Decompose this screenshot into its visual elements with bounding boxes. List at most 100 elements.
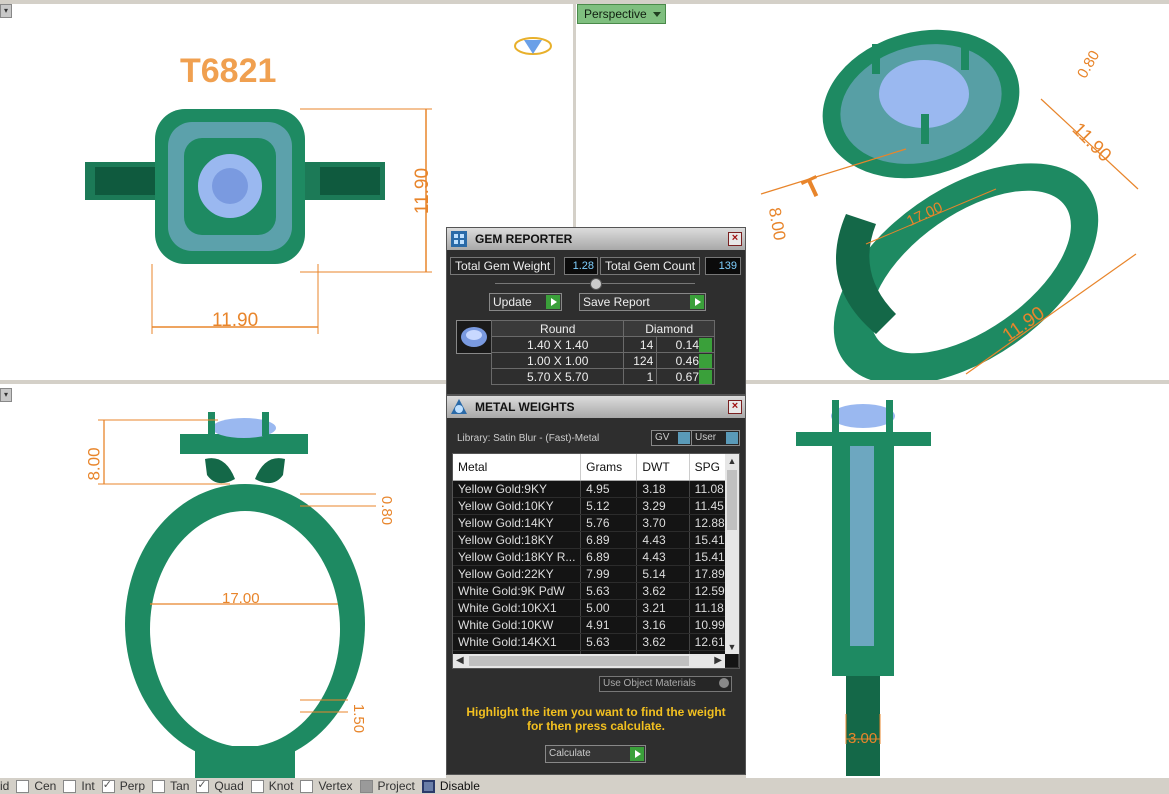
snap-int[interactable]: Int [63,779,95,793]
snap-disable[interactable]: Disable [421,779,480,793]
snap-label: Project [377,779,415,793]
table-row[interactable]: White Gold:9K PdW 5.63 3.62 12.59 [453,583,739,600]
use-object-materials-toggle[interactable]: Use Object Materials [599,676,732,692]
table-row[interactable]: White Gold:10KW 4.91 3.16 10.99 [453,617,739,634]
update-button[interactable]: Update [489,293,562,311]
snap-cen[interactable]: Cen [16,779,56,793]
metal-grams: 5.63 [581,583,638,599]
snap-knot[interactable]: Knot [250,779,293,793]
metal-weights-titlebar[interactable]: METAL WEIGHTS × [447,396,745,418]
scroll-thumb[interactable] [727,470,737,530]
close-icon[interactable]: × [728,400,742,414]
metal-dwt: 3.21 [637,600,690,616]
col-dwt[interactable]: DWT [637,454,690,480]
snap-label: Perp [119,779,146,793]
gem-thumbnail[interactable] [456,320,492,354]
dim-d-label: 1.50 [350,703,368,734]
table-row[interactable]: Yellow Gold:14KY 5.76 3.70 12.88 [453,515,739,532]
metal-dwt: 3.62 [637,583,690,599]
gem-shape-header: Round [490,320,625,337]
dim-b-label: 0.80 [378,495,396,526]
dim-height-label: 11.90 [412,167,434,215]
metal-dwt: 3.29 [637,498,690,514]
table-row[interactable]: White Gold:10KX1 5.00 3.21 11.18 [453,600,739,617]
col-metal[interactable]: Metal [453,454,582,480]
user-toggle[interactable]: User [691,430,740,446]
metal-weights-title: METAL WEIGHTS [475,400,575,414]
snap-project[interactable]: Project [359,779,415,793]
gem-row[interactable]: 1.40 X 1.40 14 0.14tw [490,336,715,353]
scroll-right-icon[interactable]: ▶ [714,654,722,668]
update-button-label: Update [493,295,532,309]
metal-name: Yellow Gold:14KY [453,515,582,531]
scroll-left-icon[interactable]: ◀ [456,654,464,668]
scroll-thumb[interactable] [469,656,689,666]
snap-tan[interactable]: Tan [152,779,189,793]
metal-weights-icon [451,399,467,414]
checkbox-icon [63,779,77,793]
metal-grams: 6.89 [581,532,638,548]
metal-dwt: 5.14 [637,566,690,582]
metal-list[interactable]: Metal Grams DWT SPG Yellow Gold:9KY 4.95 3… [452,453,740,669]
snap-label: Tan [170,779,190,793]
snap-label: Int [81,779,95,793]
metal-name: Yellow Gold:22KY [453,566,582,582]
gem-row-select-button[interactable] [699,370,712,384]
checkbox-icon [101,778,115,793]
metal-grams: 4.91 [581,617,638,633]
radio-icon [719,678,729,688]
snap-perp[interactable]: Perp [101,778,146,793]
gem-reporter-titlebar[interactable]: GEM REPORTER × [447,228,745,250]
vertical-scrollbar[interactable]: ▲ ▼ [725,454,739,654]
table-row[interactable]: Yellow Gold:22KY 7.99 5.14 17.89 [453,566,739,583]
scroll-up-icon[interactable]: ▲ [725,454,739,468]
snap-vertex[interactable]: Vertex [300,779,353,793]
close-icon[interactable]: × [728,232,742,246]
gv-toggle[interactable]: GV [651,430,692,446]
snap-label: Cen [34,779,57,793]
table-row[interactable]: Yellow Gold:18KY 6.89 4.43 15.41 [453,532,739,549]
viewport-front[interactable]: 8.00 0.80 17.00 1.50 ▾ [0,384,446,778]
snap-quad[interactable]: Quad [196,778,244,793]
gem-row-size: 1.40 X 1.40 [490,336,625,353]
col-grams[interactable]: Grams [581,454,638,480]
gem-row-count: 124 [623,352,658,369]
metal-name: Yellow Gold:18KY [453,532,582,548]
snap-label: id [0,779,10,793]
dim-width-label: 11.90 [212,310,259,331]
snap-label: Disable [439,779,480,793]
table-row[interactable]: Yellow Gold:10KY 5.12 3.29 11.45 [453,498,739,515]
gem-row-size: 5.70 X 5.70 [490,368,625,385]
table-row[interactable]: Yellow Gold:18KY R... 6.89 4.43 15.41 [453,549,739,566]
gem-row[interactable]: 5.70 X 5.70 1 0.67tw [490,368,715,385]
gem-row-select-button[interactable] [699,338,712,352]
gem-table: Round Diamond 1.40 X 1.40 14 0.14tw 1.00 X… [490,320,715,385]
table-row[interactable]: Yellow Gold:9KY 4.95 3.18 11.08 [453,481,739,498]
metal-name: White Gold:9K PdW [453,583,582,599]
checkbox-icon [196,778,210,793]
table-row[interactable]: White Gold:14KX1 5.63 3.62 12.61 [453,634,739,651]
view-name-dropdown[interactable]: Perspective [577,4,666,24]
gem-row-count: 1 [623,368,658,385]
viewport-menu-icon[interactable]: ▾ [0,4,12,18]
metal-grams: 5.76 [581,515,638,531]
checkbox-icon [300,779,314,793]
snap-statusbar: id Cen Int Perp Tan Quad Knot Vertex Project Disa… [0,778,1169,794]
scroll-down-icon[interactable]: ▼ [725,640,739,654]
horizontal-scrollbar[interactable]: ◀ ▶ [453,654,725,668]
gem-reporter-title: GEM REPORTER [475,232,573,246]
total-gem-weight-label: Total Gem Weight [450,257,556,275]
calculate-label: Calculate [549,748,591,759]
snap-id[interactable]: id [0,779,9,793]
gem-row[interactable]: 1.00 X 1.00 124 0.46tw [490,352,715,369]
viewport-menu-icon[interactable]: ▾ [0,388,12,402]
gem-row-select-button[interactable] [699,354,712,368]
splitter-knob-icon[interactable] [590,278,602,290]
total-gem-count-value: 139 [705,257,741,275]
metal-name: Yellow Gold:10KY [453,498,582,514]
metal-dwt: 4.43 [637,549,690,565]
calculate-button[interactable]: Calculate [545,745,646,763]
viewport-side[interactable]: 3.00 [746,384,1169,778]
save-report-button[interactable]: Save Report [579,293,706,311]
metal-rows: Yellow Gold:9KY 4.95 3.18 11.08 Yellow Gold:… [453,481,739,668]
